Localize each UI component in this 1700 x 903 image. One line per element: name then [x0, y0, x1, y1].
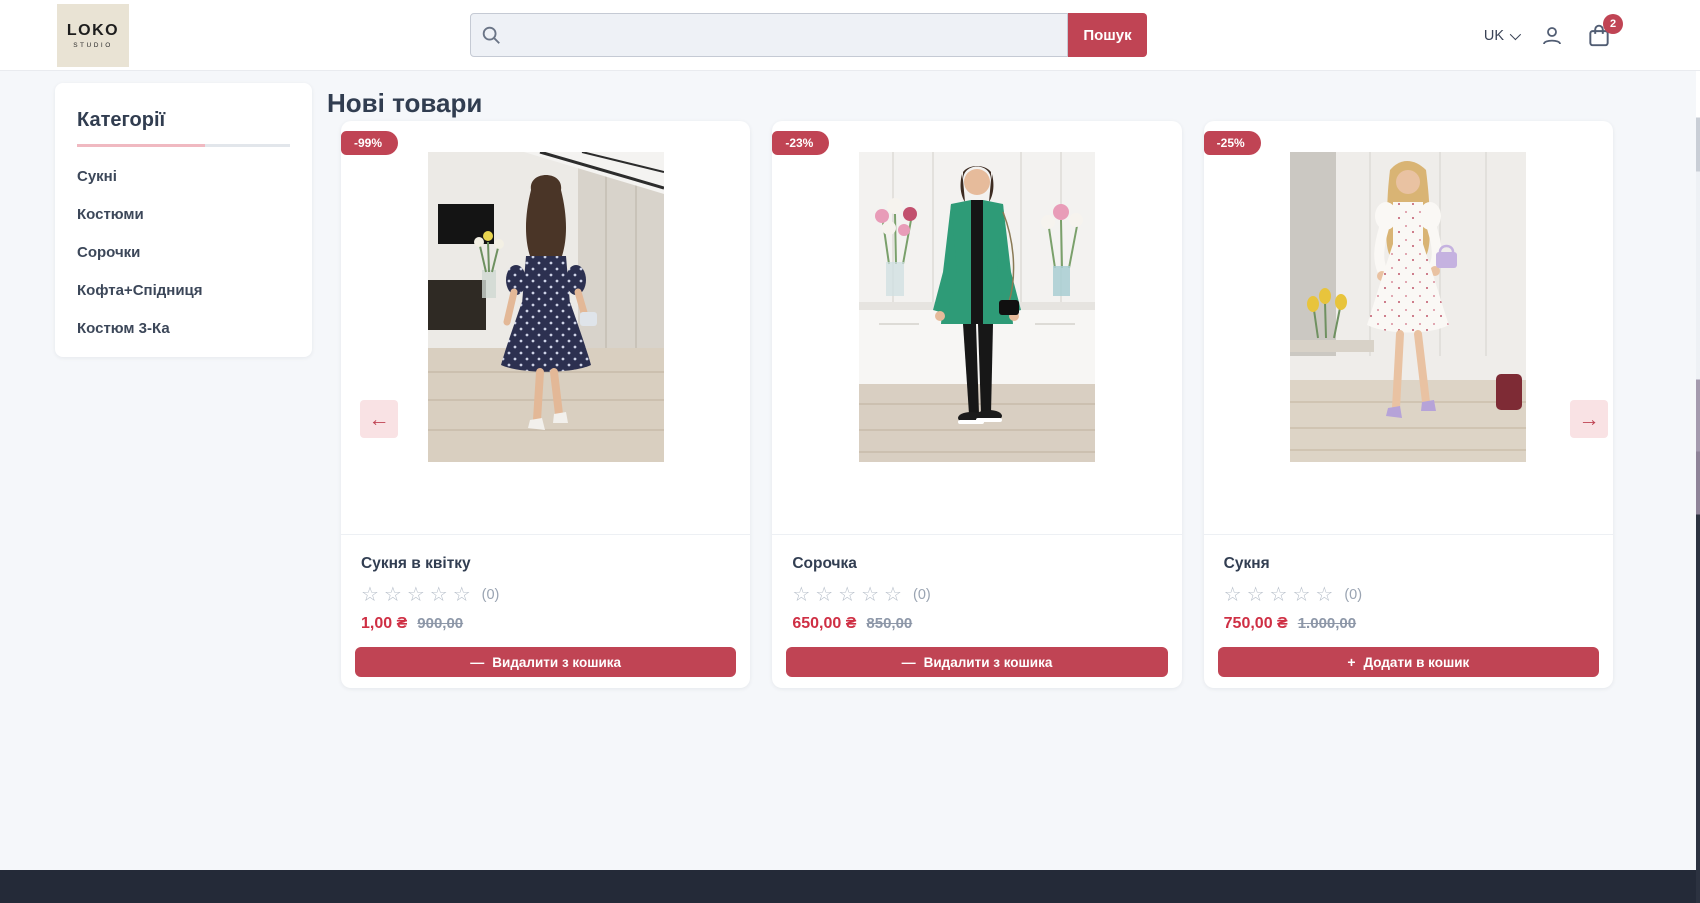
- logo-title: LOKO: [67, 22, 119, 40]
- arrow-left-icon: ←: [369, 409, 390, 430]
- account-button[interactable]: [1540, 24, 1564, 48]
- right-edge-sliver: [1696, 0, 1700, 903]
- carousel-next-button[interactable]: →: [1570, 400, 1608, 438]
- cart-button[interactable]: 2: [1586, 23, 1612, 49]
- button-label: Видалити з кошика: [492, 655, 621, 670]
- plus-icon: +: [1347, 654, 1355, 670]
- header: LOKO STUDIO Пошук UK 2: [0, 0, 1700, 71]
- product-card: -23%: [772, 121, 1181, 688]
- product-name[interactable]: Сорочка: [792, 555, 1161, 573]
- product-info: Сукня ☆☆☆☆☆ (0) 750,00 ₴ 1.000,00: [1204, 535, 1613, 634]
- search-icon: [480, 24, 502, 46]
- old-price: 900,00: [417, 615, 463, 632]
- old-price: 850,00: [866, 615, 912, 632]
- new-products-carousel: -99%: [341, 121, 1613, 688]
- language-value: UK: [1484, 28, 1504, 44]
- search-input[interactable]: [470, 13, 1068, 57]
- footer: [0, 870, 1700, 903]
- sidebar-item-shirts[interactable]: Сорочки: [77, 244, 290, 261]
- minus-icon: —: [902, 654, 916, 670]
- sidebar-item-top-skirt[interactable]: Кофта+Спідниця: [77, 282, 290, 299]
- minus-icon: —: [470, 654, 484, 670]
- button-label: Видалити з кошика: [924, 655, 1053, 670]
- product-photo-green-shirt[interactable]: [772, 121, 1181, 535]
- discount-badge: -23%: [772, 131, 829, 155]
- logo-subtitle: STUDIO: [73, 42, 113, 49]
- current-price: 650,00 ₴: [792, 615, 856, 633]
- categories-panel: Категорії Сукні Костюми Сорочки Кофта+Сп…: [55, 83, 312, 357]
- product-image: [1290, 152, 1526, 462]
- remove-from-cart-button[interactable]: — Видалити з кошика: [786, 647, 1167, 677]
- product-info: Сорочка ☆☆☆☆☆ (0) 650,00 ₴ 850,00: [772, 535, 1181, 634]
- rating-count: (0): [913, 587, 931, 603]
- product-cards: -99%: [341, 121, 1613, 688]
- star-rating-icons: ☆☆☆☆☆: [361, 585, 476, 605]
- star-rating-icons: ☆☆☆☆☆: [1224, 585, 1339, 605]
- rating-row: ☆☆☆☆☆ (0): [361, 585, 730, 605]
- rating-row: ☆☆☆☆☆ (0): [792, 585, 1161, 605]
- rating-row: ☆☆☆☆☆ (0): [1224, 585, 1593, 605]
- price-row: 1,00 ₴ 900,00: [361, 615, 730, 633]
- product-photo-floral-dress[interactable]: [341, 121, 750, 535]
- chevron-down-icon: [1510, 28, 1521, 39]
- product-image: [859, 152, 1095, 462]
- categories-title-rule: [77, 144, 290, 147]
- product-card: -99%: [341, 121, 750, 688]
- discount-badge: -99%: [341, 131, 398, 155]
- product-name[interactable]: Сукня в квітку: [361, 555, 730, 573]
- search-button[interactable]: Пошук: [1068, 13, 1147, 57]
- page-title: Нові товари: [327, 88, 482, 119]
- price-row: 750,00 ₴ 1.000,00: [1224, 615, 1593, 633]
- product-name[interactable]: Сукня: [1224, 555, 1593, 573]
- current-price: 1,00 ₴: [361, 615, 407, 633]
- button-label: Додати в кошик: [1364, 655, 1470, 670]
- sidebar-item-dresses[interactable]: Сукні: [77, 168, 290, 185]
- search-input-wrap: [470, 13, 1068, 57]
- sidebar-item-suit-3[interactable]: Костюм 3-Ка: [77, 320, 290, 337]
- logo[interactable]: LOKO STUDIO: [57, 4, 129, 67]
- star-rating-icons: ☆☆☆☆☆: [792, 585, 907, 605]
- user-icon: [1540, 24, 1564, 48]
- current-price: 750,00 ₴: [1224, 615, 1288, 633]
- product-info: Сукня в квітку ☆☆☆☆☆ (0) 1,00 ₴ 900,00: [341, 535, 750, 634]
- language-selector[interactable]: UK: [1484, 28, 1518, 44]
- cart-count-badge: 2: [1603, 14, 1623, 34]
- header-right: UK 2: [1484, 0, 1612, 71]
- search-form: Пошук: [470, 13, 1147, 57]
- product-card: -25%: [1204, 121, 1613, 688]
- rating-count: (0): [1344, 587, 1362, 603]
- sidebar-item-suits[interactable]: Костюми: [77, 206, 290, 223]
- price-row: 650,00 ₴ 850,00: [792, 615, 1161, 633]
- rating-count: (0): [482, 587, 500, 603]
- carousel-prev-button[interactable]: ←: [360, 400, 398, 438]
- categories-title: Категорії: [77, 109, 290, 132]
- add-to-cart-button[interactable]: + Додати в кошик: [1218, 647, 1599, 677]
- product-photo-white-dress[interactable]: [1204, 121, 1613, 535]
- arrow-right-icon: →: [1579, 409, 1600, 430]
- old-price: 1.000,00: [1298, 615, 1356, 632]
- remove-from-cart-button[interactable]: — Видалити з кошика: [355, 647, 736, 677]
- discount-badge: -25%: [1204, 131, 1261, 155]
- product-image: [428, 152, 664, 462]
